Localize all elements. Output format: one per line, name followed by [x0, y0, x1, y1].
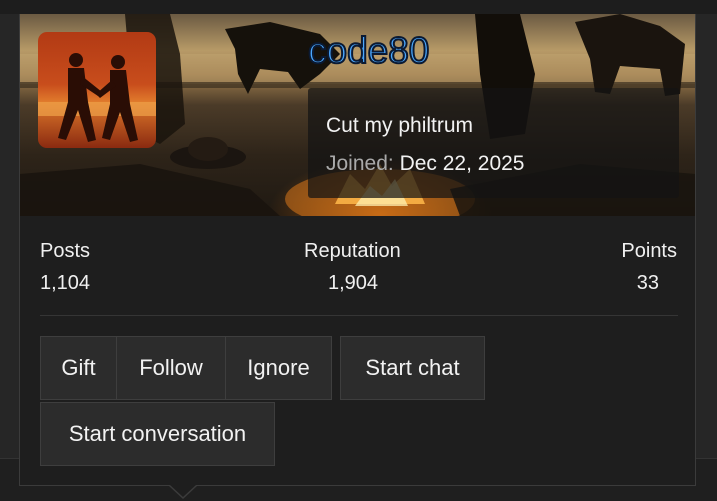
joined-date: Joined: Dec 22, 2025 [326, 152, 525, 176]
member-tooltip-card: code80 Cut my philtrum Joined: Dec 22, 2… [19, 14, 696, 486]
joined-value: Dec 22, 2025 [399, 152, 525, 175]
profile-banner: code80 Cut my philtrum Joined: Dec 22, 2… [20, 14, 695, 216]
username-link[interactable]: code80 [307, 29, 430, 72]
avatar-image [38, 53, 156, 142]
reputation-value: 1,904 [328, 272, 379, 294]
popup-pointer [170, 485, 196, 497]
start-conversation-button[interactable]: Start conversation [40, 402, 275, 466]
joined-label: Joined: [326, 152, 394, 175]
ignore-button[interactable]: Ignore [225, 336, 332, 400]
user-title: Cut my philtrum [326, 114, 474, 137]
follow-button[interactable]: Follow [116, 336, 226, 400]
posts-label: Posts [40, 240, 91, 262]
posts-value[interactable]: 1,104 [40, 272, 90, 295]
points-label: Points [621, 240, 677, 262]
profile-info-box: Cut my philtrum Joined: Dec 22, 2025 [308, 88, 679, 198]
page-top-strip [0, 0, 717, 14]
points-value[interactable]: 33 [637, 272, 659, 295]
start-chat-button[interactable]: Start chat [340, 336, 485, 400]
stats-divider [40, 315, 678, 316]
avatar[interactable] [38, 32, 156, 148]
reputation-label: Reputation [304, 240, 401, 262]
gift-button[interactable]: Gift [40, 336, 117, 400]
